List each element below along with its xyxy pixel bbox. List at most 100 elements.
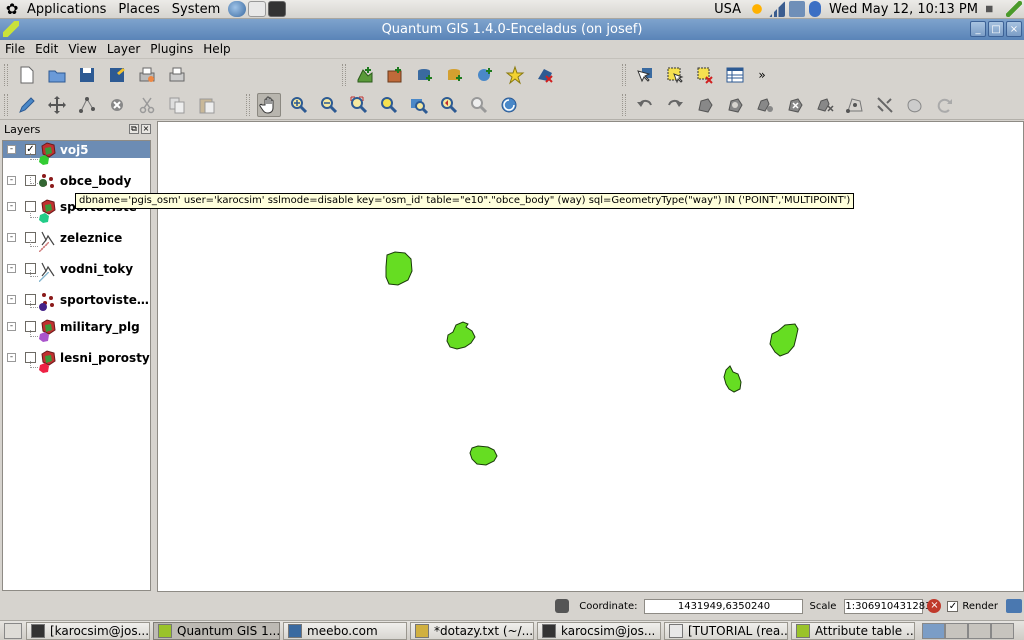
places-menu[interactable]: Places: [112, 2, 165, 17]
save-as-icon[interactable]: [105, 63, 129, 87]
move-feature-icon[interactable]: [45, 93, 69, 117]
add-raster-layer-icon[interactable]: [383, 63, 407, 87]
coordinate-toggle-icon[interactable]: [555, 599, 570, 613]
reshape-features-icon[interactable]: [843, 93, 867, 117]
redo-icon[interactable]: [663, 93, 687, 117]
paste-features-icon[interactable]: [195, 93, 219, 117]
gnome-foot-icon[interactable]: ✿: [3, 0, 21, 18]
map-feature[interactable]: [469, 445, 498, 466]
render-checkbox[interactable]: ✓: [947, 600, 959, 612]
applications-menu[interactable]: Applications: [21, 2, 112, 17]
zoom-to-selection-icon[interactable]: [377, 93, 401, 117]
remove-layer-icon[interactable]: [533, 63, 557, 87]
taskbar-window-button[interactable]: karocsim@jos...: [537, 621, 661, 640]
window-titlebar[interactable]: Quantum GIS 1.4.0-Enceladus (on josef) _…: [0, 19, 1024, 40]
attribute-table-icon[interactable]: [723, 63, 747, 87]
zoom-full-icon[interactable]: [347, 93, 371, 117]
new-project-icon[interactable]: [15, 63, 39, 87]
scale-field[interactable]: 1:306910431283: [844, 598, 931, 614]
add-postgis-layer-icon[interactable]: [413, 63, 437, 87]
zoom-next-icon[interactable]: [467, 93, 491, 117]
expand-collapse-icon[interactable]: -: [7, 295, 16, 304]
map-feature[interactable]: [446, 321, 476, 350]
print-composer-icon[interactable]: [135, 63, 159, 87]
merge-features-icon[interactable]: [903, 93, 927, 117]
add-ring-icon[interactable]: [723, 93, 747, 117]
toolbar-grip[interactable]: [4, 93, 8, 116]
bluetooth-icon[interactable]: [809, 1, 822, 17]
node-tool-icon[interactable]: [75, 93, 99, 117]
zoom-last-icon[interactable]: [437, 93, 461, 117]
map-feature[interactable]: [385, 251, 413, 286]
qgis-app-icon[interactable]: [3, 21, 19, 37]
layer-row[interactable]: - ✓ voj5: [3, 141, 150, 158]
zoom-in-icon[interactable]: [287, 93, 311, 117]
toolbar-grip[interactable]: [246, 93, 250, 116]
toggle-editing-icon[interactable]: [15, 93, 39, 117]
pencil-applet-icon[interactable]: [1006, 1, 1022, 17]
add-wms-layer-icon[interactable]: [473, 63, 497, 87]
delete-selected-icon[interactable]: [105, 93, 129, 117]
workspace-3[interactable]: [968, 622, 991, 639]
refresh-icon[interactable]: [497, 93, 521, 117]
map-canvas[interactable]: [157, 121, 1024, 592]
layer-row[interactable]: - sportoviste_b...: [3, 291, 150, 308]
zoom-to-layer-icon[interactable]: [407, 93, 431, 117]
split-features-icon[interactable]: [873, 93, 897, 117]
taskbar-window-button[interactable]: *dotazy.txt (~/...: [410, 621, 534, 640]
deselect-features-icon[interactable]: [693, 63, 717, 87]
toolbar-grip[interactable]: [622, 64, 626, 86]
taskbar-window-button[interactable]: Attribute table ...: [791, 621, 915, 640]
menu-edit[interactable]: Edit: [30, 42, 63, 56]
close-panel-button[interactable]: ×: [141, 124, 151, 134]
delete-part-icon[interactable]: [813, 93, 837, 117]
new-vector-layer-icon[interactable]: [503, 63, 527, 87]
layer-row[interactable]: - lesni_porosty: [3, 349, 150, 366]
zoom-out-icon[interactable]: [317, 93, 341, 117]
expand-collapse-icon[interactable]: -: [7, 176, 16, 185]
undo-icon[interactable]: [633, 93, 657, 117]
workspace-1[interactable]: [922, 622, 945, 639]
float-panel-button[interactable]: ⧉: [129, 124, 139, 134]
pan-map-icon[interactable]: [257, 92, 281, 117]
minimize-button[interactable]: _: [970, 21, 986, 37]
menu-help[interactable]: Help: [198, 42, 235, 56]
menu-file[interactable]: File: [0, 42, 30, 56]
toolbar-grip[interactable]: [622, 93, 626, 116]
identify-features-icon[interactable]: [633, 63, 657, 87]
weather-sun-icon[interactable]: [749, 1, 766, 17]
maximize-button[interactable]: □: [988, 21, 1004, 37]
volume-icon[interactable]: [986, 1, 999, 17]
toolbar-overflow-button[interactable]: »: [753, 63, 771, 87]
menu-layer[interactable]: Layer: [102, 42, 145, 56]
save-project-icon[interactable]: [75, 63, 99, 87]
add-spatialite-layer-icon[interactable]: [443, 63, 467, 87]
globe-launcher-icon[interactable]: [228, 1, 247, 17]
menu-view[interactable]: View: [63, 42, 101, 56]
network-signal-icon[interactable]: [769, 1, 786, 17]
delete-ring-icon[interactable]: [783, 93, 807, 117]
network-manager-icon[interactable]: [789, 1, 806, 17]
open-project-icon[interactable]: [45, 63, 69, 87]
add-island-icon[interactable]: [753, 93, 777, 117]
expand-collapse-icon[interactable]: -: [7, 202, 16, 211]
system-menu[interactable]: System: [166, 2, 226, 17]
expand-collapse-icon[interactable]: -: [7, 264, 16, 273]
map-feature[interactable]: [723, 365, 742, 393]
taskbar-window-button[interactable]: [karocsim@jos...: [26, 621, 150, 640]
clock[interactable]: Wed May 12, 10:13 PM: [823, 2, 984, 17]
add-vector-layer-icon[interactable]: [353, 63, 377, 87]
mail-launcher-icon[interactable]: [248, 1, 267, 17]
toolbar-grip[interactable]: [4, 64, 8, 86]
expand-collapse-icon[interactable]: -: [7, 145, 16, 154]
coordinate-field[interactable]: 1431949,6350240: [644, 598, 804, 614]
layer-row[interactable]: - obce_body: [3, 172, 150, 189]
taskbar-window-button[interactable]: [TUTORIAL (rea...: [664, 621, 788, 640]
copy-features-icon[interactable]: [165, 93, 189, 117]
taskbar-window-button[interactable]: Quantum GIS 1...: [153, 621, 280, 640]
simplify-feature-icon[interactable]: [693, 93, 717, 117]
expand-collapse-icon[interactable]: -: [7, 233, 16, 242]
layer-row[interactable]: - zeleznice: [3, 229, 150, 246]
projection-icon[interactable]: [1006, 599, 1022, 613]
select-features-icon[interactable]: [663, 63, 687, 87]
